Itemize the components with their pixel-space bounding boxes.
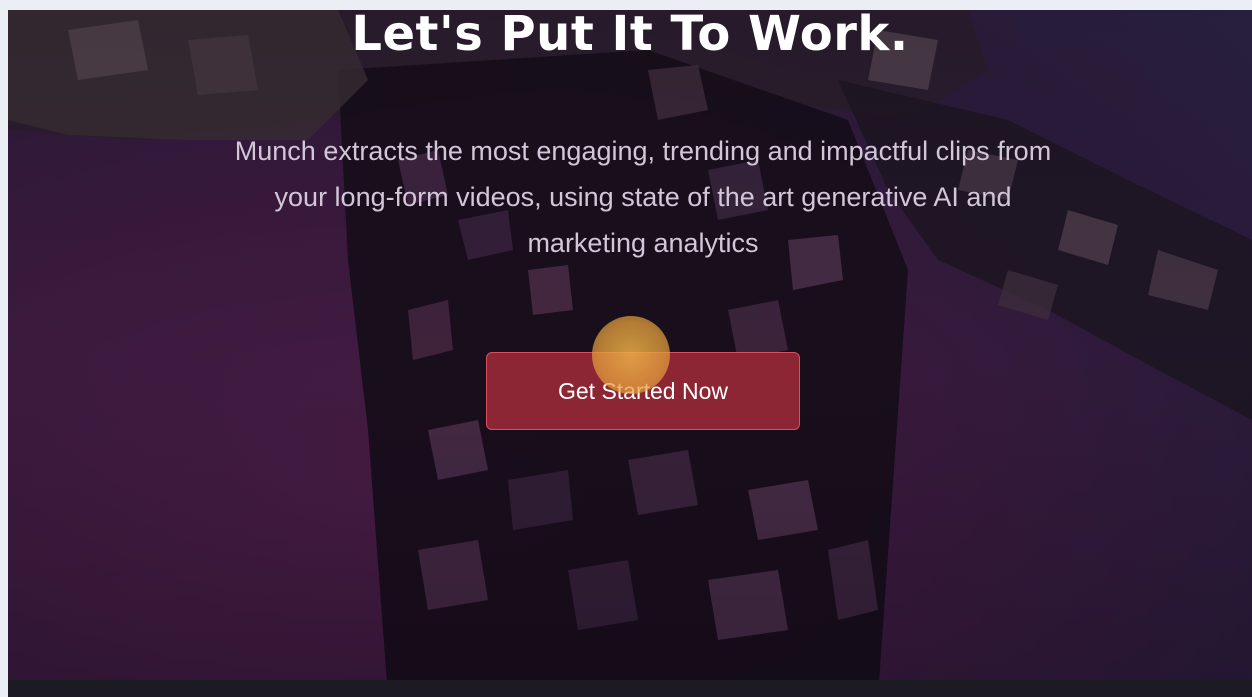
bottom-strip <box>8 680 1252 697</box>
hero-section: Let's Put It To Work. Munch extracts the… <box>8 10 1252 697</box>
subtext-line: Munch extracts the most engaging, trendi… <box>234 136 1052 166</box>
get-started-button[interactable]: Get Started Now <box>486 352 800 430</box>
subtext-line: marketing analytics <box>527 228 759 258</box>
hero-subtext: Munch extracts the most engaging, trendi… <box>178 128 1108 266</box>
hero-headline: Let's Put It To Work. <box>351 10 909 62</box>
subtext-line: your long-form videos, using state of th… <box>274 182 1012 212</box>
